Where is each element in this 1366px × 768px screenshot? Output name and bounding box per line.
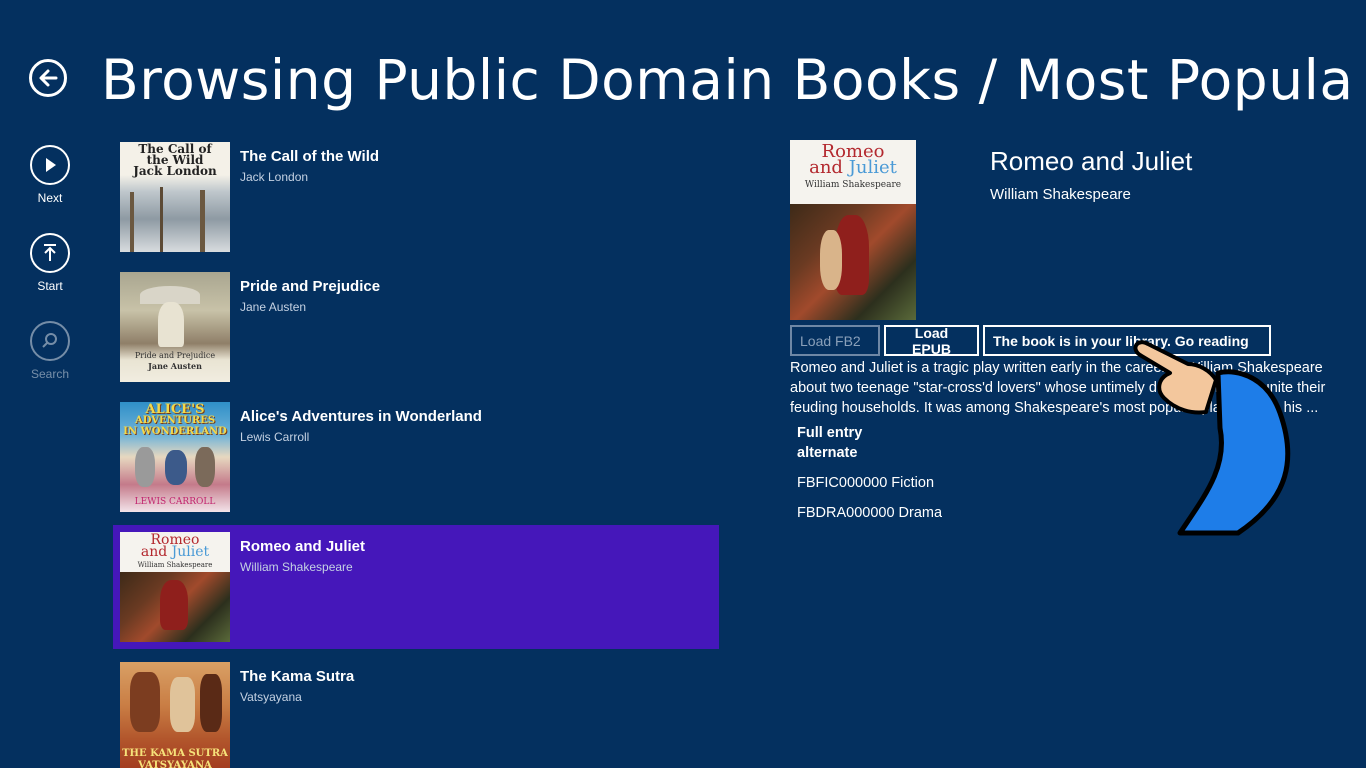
search-button[interactable]: Search <box>18 321 82 381</box>
book-author: William Shakespeare <box>240 560 353 574</box>
cover-text: Juliet <box>848 157 897 178</box>
book-title: Alice's Adventures in Wonderland <box>240 408 482 425</box>
full-entry-link[interactable]: Full entry <box>797 425 862 441</box>
next-button[interactable]: Next <box>18 145 82 205</box>
detail-book-cover: Romeo and Juliet William Shakespeare <box>790 140 916 320</box>
start-label: Start <box>37 279 63 293</box>
book-title: Pride and Prejudice <box>240 278 381 295</box>
load-fb2-button[interactable]: Load FB2 <box>790 325 880 356</box>
book-cover-romeo-and-juliet: Romeo and Juliet William Shakespeare <box>120 532 230 642</box>
book-item-pride-and-prejudice[interactable]: Pride and Prejudice Jane Austen Pride an… <box>113 265 719 389</box>
book-cover-pride-and-prejudice: Pride and Prejudice Jane Austen <box>120 272 230 382</box>
book-author: Jack London <box>240 170 309 184</box>
book-item-alice-in-wonderland[interactable]: ALICE'S ADVENTURES IN WONDERLAND LEWIS C… <box>113 395 719 519</box>
book-title: The Kama Sutra <box>240 668 355 685</box>
cover-text: William Shakespeare <box>137 561 213 569</box>
cover-text: Pride and Prejudice <box>134 351 216 360</box>
book-author: Vatsyayana <box>240 690 302 704</box>
cover-text: ADVENTURES <box>134 415 216 426</box>
detail-title: Romeo and Juliet <box>990 146 1193 176</box>
book-item-kama-sutra[interactable]: THE KAMA SUTRA VATSYAYANA The Kama Sutra… <box>113 655 719 768</box>
book-item-romeo-and-juliet[interactable]: Romeo and Juliet William Shakespeare Rom… <box>113 525 719 649</box>
cover-text: THE KAMA SUTRA <box>122 748 228 759</box>
back-button[interactable] <box>29 59 67 97</box>
book-cover-call-of-the-wild: The Call of the Wild Jack London <box>120 142 230 252</box>
cover-text: ALICE'S <box>145 402 205 417</box>
category-item: FBDRA000000 Drama <box>797 505 943 519</box>
back-arrow-icon <box>39 69 58 87</box>
book-title: The Call of the Wild <box>240 148 380 165</box>
category-item: FBFIC000000 Fiction <box>797 475 935 491</box>
cover-text: and <box>809 157 843 178</box>
pointing-hand-icon <box>1133 340 1291 536</box>
book-author: Jane Austen <box>240 300 307 314</box>
start-button[interactable]: Start <box>18 233 82 293</box>
book-author: Lewis Carroll <box>240 430 310 444</box>
cover-text: Jack London <box>133 164 217 178</box>
cover-text: William Shakespeare <box>804 180 902 190</box>
play-icon <box>46 158 56 172</box>
alternate-link[interactable]: alternate <box>797 445 857 461</box>
book-cover-alice-in-wonderland: ALICE'S ADVENTURES IN WONDERLAND LEWIS C… <box>120 402 230 512</box>
cover-text: Jane Austen <box>148 361 202 371</box>
detail-author: William Shakespeare <box>990 186 1131 203</box>
cover-text: VATSYAYANA <box>138 760 212 768</box>
load-epub-button[interactable]: Load EPUB <box>884 325 979 357</box>
next-label: Next <box>37 191 63 205</box>
upload-top-icon <box>44 244 56 261</box>
book-cover-kama-sutra: THE KAMA SUTRA VATSYAYANA <box>120 662 230 768</box>
search-icon <box>42 333 57 348</box>
book-item-call-of-the-wild[interactable]: The Call of the Wild Jack London The Cal… <box>113 135 719 259</box>
search-label: Search <box>30 367 70 381</box>
cover-text: LEWIS CARROLL <box>134 497 216 507</box>
book-title: Romeo and Juliet <box>240 538 366 555</box>
cover-text: IN WONDERLAND <box>123 426 227 437</box>
book-list: The Call of the Wild Jack London The Cal… <box>113 135 719 768</box>
page-title: Browsing Public Domain Books / Most Popu… <box>101 48 1351 112</box>
